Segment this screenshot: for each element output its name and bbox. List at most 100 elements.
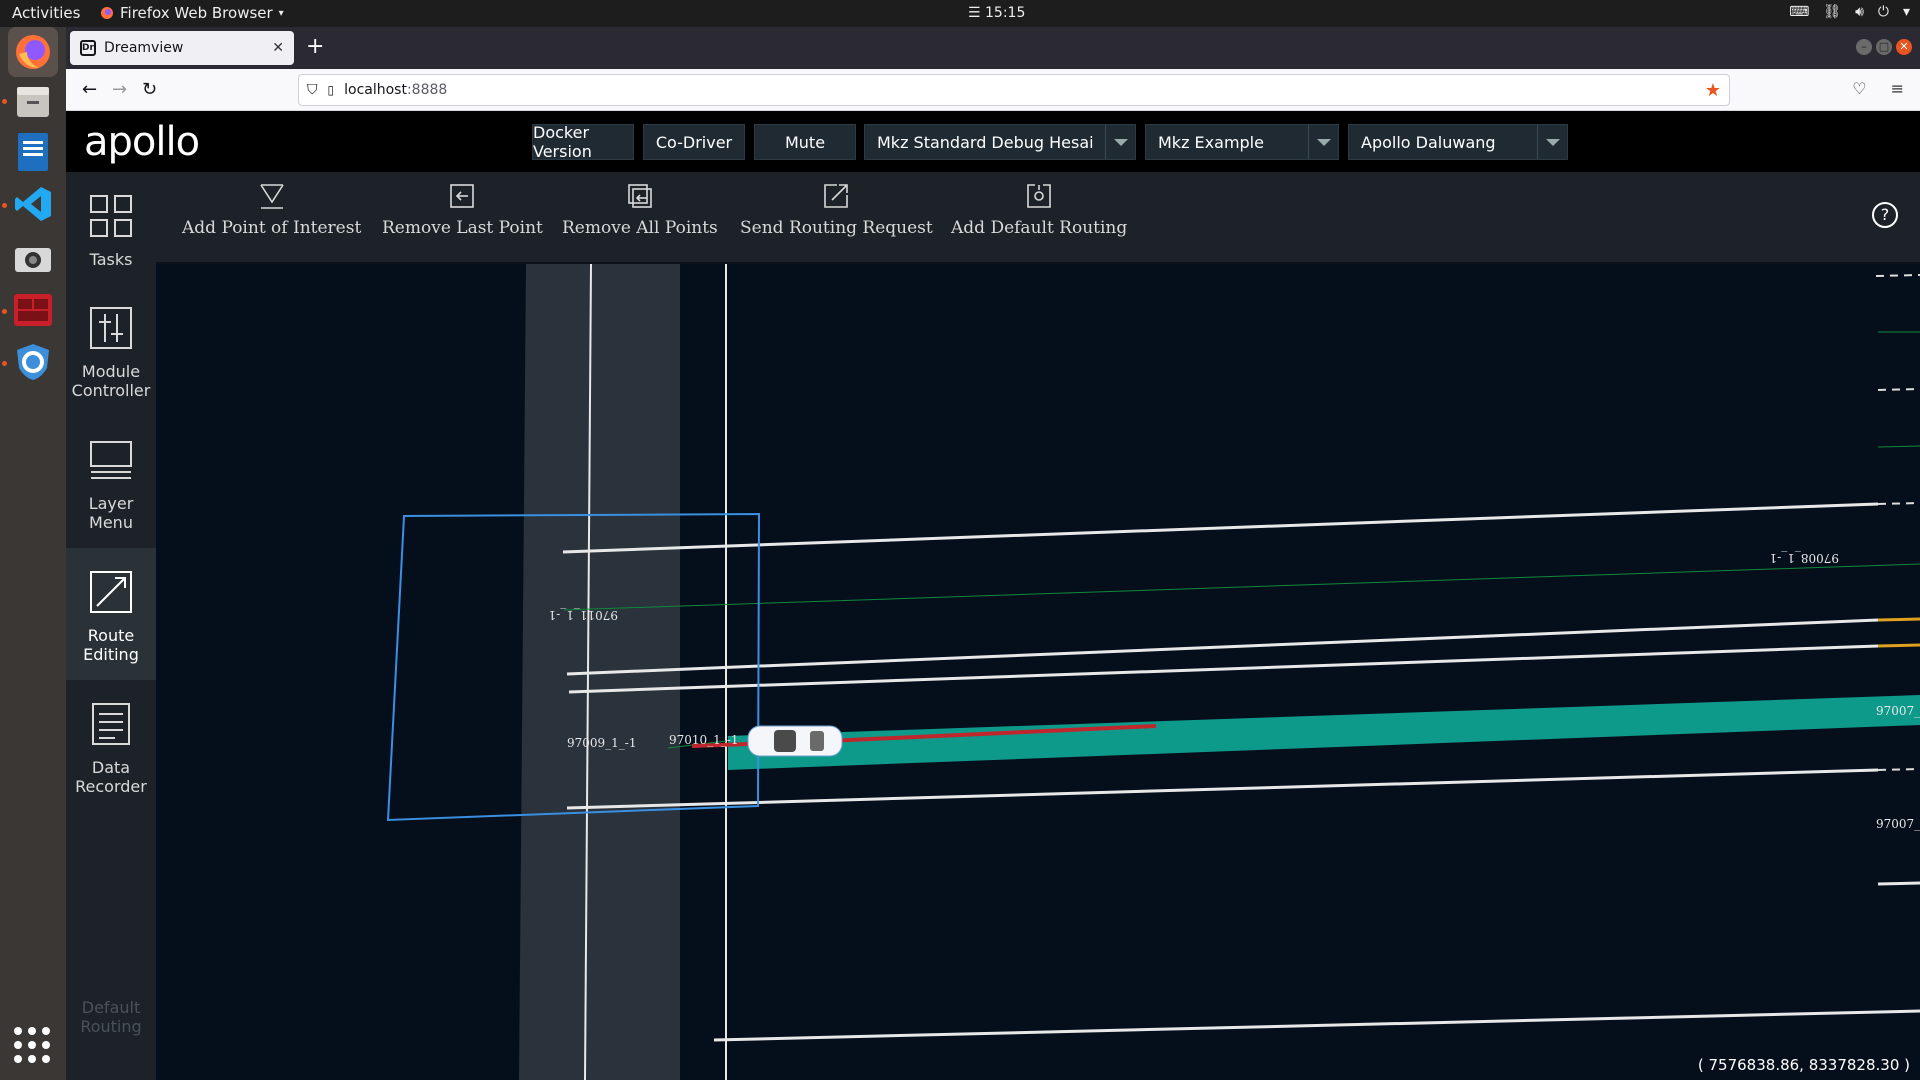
apps-dot [42, 1055, 50, 1063]
lane-boundary-line [566, 618, 1879, 676]
sidebar-item-default-routing[interactable]: Default Routing [66, 972, 156, 1080]
lane-label: 97009_1_-1 [567, 736, 637, 750]
apps-dot [14, 1055, 22, 1063]
tab-favicon: Dr [80, 40, 96, 56]
lane-label: 97007_ [1876, 817, 1920, 831]
vehicle-select[interactable]: Mkz Standard Debug Hesai [864, 124, 1136, 160]
bookmark-star-icon[interactable]: ★ [1705, 80, 1721, 101]
ubuntu-dock [0, 27, 66, 1080]
add-point-of-interest-button[interactable]: Add Point of Interest [182, 182, 361, 238]
apps-dot [42, 1027, 50, 1035]
sidebar-item-layer-menu[interactable]: Layer Menu [66, 416, 156, 548]
route-editing-toolbar: Add Point of Interest Remove Last Point … [156, 172, 1920, 264]
map-canvas[interactable]: 97011_1_-1 97008_1_-1 97009_1_-1 97010_1… [156, 264, 1920, 1080]
send-routing-icon [824, 184, 849, 208]
window-close-button[interactable]: ✕ [1896, 39, 1912, 55]
map-select[interactable]: Mkz Example [1145, 124, 1339, 160]
activities-button[interactable]: Activities [12, 4, 80, 22]
add-default-routing-button[interactable]: Add Default Routing [951, 182, 1127, 238]
chevron-down-icon[interactable] [1105, 125, 1135, 159]
close-icon[interactable]: ✕ [272, 40, 284, 56]
show-applications-button[interactable] [14, 1027, 50, 1063]
lane-label: 97008_1_-1 [1770, 551, 1840, 565]
browser-tab-strip: Dr Dreamview ✕ + – □ ✕ [66, 27, 1920, 69]
lane-yellow-line [1877, 643, 1920, 648]
dock-shield-app[interactable] [8, 337, 58, 387]
map-scene[interactable]: 97011_1_-1 97008_1_-1 97009_1_-1 97010_1… [156, 264, 1920, 1080]
lane-yellow-line [1877, 617, 1920, 622]
sidebar-item-label: Data Recorder [75, 758, 147, 796]
apps-dot [14, 1041, 22, 1049]
remove-last-icon [450, 184, 475, 208]
sidebar-item-route-editing[interactable]: Route Editing [66, 548, 156, 680]
mode-select[interactable]: Apollo Daluwang [1348, 124, 1568, 160]
lane-boundary-line [562, 502, 1879, 554]
power-icon: ⏻ [1877, 4, 1889, 20]
dock-running-indicator [2, 309, 7, 314]
apps-dot [28, 1055, 36, 1063]
browser-nav-bar: ← → ↻ ⛉ ▯ localhost:8888 ★ ♡ ≡ [66, 69, 1920, 111]
new-tab-button[interactable]: + [306, 35, 324, 59]
module-controller-icon [90, 307, 132, 349]
url-port: :8888 [406, 82, 448, 98]
dock-firefox[interactable] [8, 27, 58, 77]
forward-arrow-icon[interactable]: → [112, 79, 127, 100]
chevron-down-icon: ▾ [278, 7, 284, 19]
dock-terminal-app[interactable] [8, 285, 58, 335]
lane-label: 97010_1_-1 [669, 733, 739, 747]
chevron-down-icon[interactable] [1308, 125, 1338, 159]
tab-title: Dreamview [104, 40, 184, 56]
app-menu[interactable]: Firefox Web Browser ▾ [100, 4, 284, 22]
routing-corridor [728, 695, 1920, 770]
remove-all-points-button[interactable]: Remove All Points [562, 182, 718, 238]
add-default-routing-label: Add Default Routing [951, 218, 1128, 238]
dock-vscode[interactable] [8, 179, 58, 229]
tasks-grid-icon [90, 195, 132, 237]
dock-camera[interactable] [8, 233, 58, 283]
sidebar-item-label: Default Routing [80, 998, 142, 1036]
url-bar[interactable]: ⛉ ▯ localhost:8888 ★ [298, 74, 1730, 106]
vehicle-select-value: Mkz Standard Debug Hesai [877, 132, 1094, 152]
url-host: localhost [344, 82, 407, 98]
clock-time: 15:15 [985, 5, 1026, 21]
dock-files[interactable] [8, 77, 58, 127]
maximize-button[interactable]: □ [1876, 39, 1892, 55]
lane-dashed-line [1877, 388, 1920, 391]
reload-icon[interactable]: ↻ [142, 79, 157, 100]
lane-boundary-line [568, 644, 1879, 694]
dock-writer[interactable] [8, 127, 58, 177]
remove-last-point-button[interactable]: Remove Last Point [382, 182, 543, 238]
apps-dot [28, 1027, 36, 1035]
lane-dashed-line [1877, 502, 1920, 505]
pocket-icon[interactable]: ♡ [1852, 79, 1866, 98]
vscode-icon [15, 187, 51, 221]
sidebar-item-module-controller[interactable]: Module Controller [66, 284, 156, 416]
chevron-down-icon[interactable] [1537, 125, 1567, 159]
ego-vehicle[interactable] [747, 725, 843, 757]
page-icon: ▯ [327, 83, 335, 97]
sidebar-item-label: Route Editing [83, 626, 139, 664]
lane-label: 97011_1_-1 [549, 608, 619, 622]
menu-icon[interactable]: ≡ [1891, 79, 1904, 98]
app-menu-label: Firefox Web Browser [120, 4, 273, 22]
co-driver-button[interactable]: Co-Driver [643, 124, 745, 160]
sidebar-item-label: Tasks [89, 250, 133, 269]
shield-icon[interactable]: ⛉ [307, 82, 318, 98]
help-icon[interactable]: ? [1872, 202, 1898, 228]
docker-version-button[interactable]: Docker Version [532, 123, 634, 161]
lane-center-line [1877, 445, 1920, 448]
clock[interactable]: ☰ 15:15 [968, 5, 1025, 21]
lane-boundary-line [566, 768, 1879, 810]
apollo-logo: apollo [84, 119, 200, 165]
mode-select-value: Apollo Daluwang [1361, 132, 1496, 152]
system-tray[interactable]: ⌨ ⛓ 🔊︎ ⏻ ▾ [1789, 4, 1910, 20]
minimize-button[interactable]: – [1856, 39, 1872, 55]
system-top-bar: Activities Firefox Web Browser ▾ ☰ 15:15… [0, 0, 1920, 27]
browser-toolbar-right: ♡ ≡ [1852, 79, 1904, 98]
mute-button[interactable]: Mute [754, 124, 856, 160]
send-routing-request-button[interactable]: Send Routing Request [740, 182, 933, 238]
apps-dot [42, 1041, 50, 1049]
browser-tab[interactable]: Dr Dreamview ✕ [70, 31, 294, 65]
back-arrow-icon[interactable]: ← [82, 79, 97, 100]
sidebar-item-data-recorder[interactable]: Data Recorder [66, 680, 156, 812]
